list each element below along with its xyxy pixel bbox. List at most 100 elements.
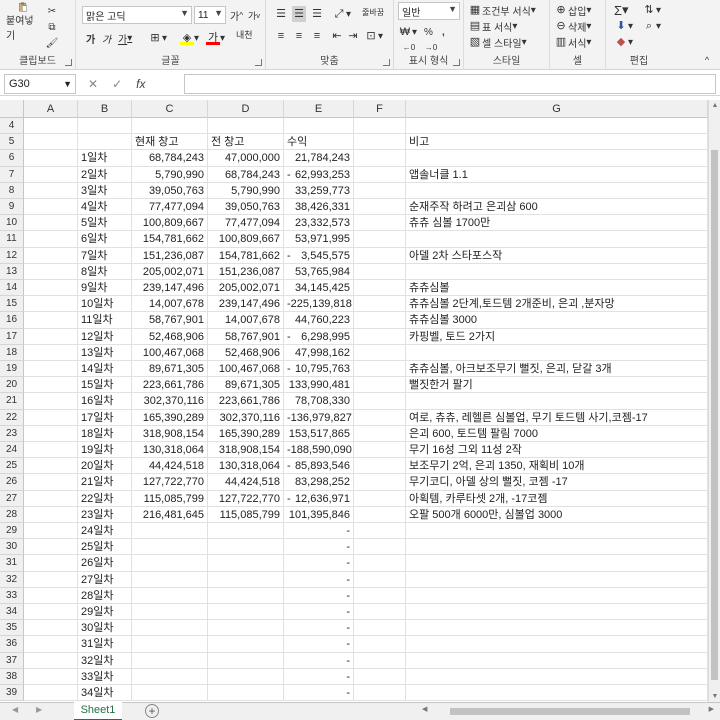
- row-header[interactable]: 11: [0, 231, 24, 248]
- row-header[interactable]: 22: [0, 409, 24, 426]
- paste-button[interactable]: 붙여넣기: [6, 2, 40, 42]
- cell-e[interactable]: 53,765,984: [284, 263, 354, 280]
- worksheet-grid[interactable]: A B C D E F G 4 5 현재 창고 전 창고 수익 비고 6 1일차 68,784,…: [0, 100, 708, 702]
- cell-c[interactable]: 100,467,068: [132, 344, 208, 361]
- comma-button[interactable]: ,: [442, 24, 445, 40]
- cell-d[interactable]: 39,050,763: [208, 199, 284, 216]
- cell-e[interactable]: 21,784,243: [284, 150, 354, 167]
- cell-c[interactable]: 165,390,289: [132, 409, 208, 426]
- cell-c[interactable]: [132, 685, 208, 702]
- cell-g[interactable]: [406, 652, 708, 669]
- align-middle-button[interactable]: ☰: [292, 6, 306, 22]
- horizontal-scroll-thumb[interactable]: [450, 708, 690, 715]
- cell-b[interactable]: 6일차: [78, 231, 132, 248]
- cell-g[interactable]: 순재주작 하려고 은괴삼 600: [406, 199, 708, 216]
- cell-f[interactable]: [354, 118, 406, 135]
- cell-a[interactable]: [24, 344, 78, 361]
- cell-b[interactable]: 22일차: [78, 490, 132, 507]
- format-painter-icon[interactable]: 🖌: [44, 36, 60, 50]
- cell-e[interactable]: -188,590,090: [284, 442, 354, 459]
- cell-f[interactable]: [354, 312, 406, 329]
- row-header[interactable]: 32: [0, 571, 24, 588]
- cell-b[interactable]: 4일차: [78, 199, 132, 216]
- cell-f[interactable]: [354, 442, 406, 459]
- font-launcher-icon[interactable]: [255, 59, 262, 66]
- cell-d[interactable]: 165,390,289: [208, 425, 284, 442]
- row-header[interactable]: 16: [0, 312, 24, 329]
- cell-b[interactable]: 33일차: [78, 668, 132, 685]
- increase-indent-button[interactable]: ⇥: [346, 28, 360, 44]
- cell-b[interactable]: 8일차: [78, 263, 132, 280]
- cell-d[interactable]: 127,722,770: [208, 490, 284, 507]
- cell-g[interactable]: 아델 2차 스타포스작: [406, 247, 708, 264]
- cell-c[interactable]: 68,784,243: [132, 150, 208, 167]
- cell-b[interactable]: 29일차: [78, 604, 132, 621]
- cell-c[interactable]: 239,147,496: [132, 280, 208, 297]
- cell-e[interactable]: 수익: [284, 134, 354, 151]
- cell-g[interactable]: 아획템, 카루타셋 2개, -17코젬: [406, 490, 708, 507]
- cell-f[interactable]: [354, 182, 406, 199]
- cell-e[interactable]: -: [284, 555, 354, 572]
- cell-d[interactable]: 318,908,154: [208, 442, 284, 459]
- cell-a[interactable]: [24, 620, 78, 637]
- cell-e[interactable]: -12,636,971: [284, 490, 354, 507]
- alignment-launcher-icon[interactable]: [383, 59, 390, 66]
- cell-f[interactable]: [354, 620, 406, 637]
- vertical-scroll-thumb[interactable]: [711, 150, 718, 680]
- row-header[interactable]: 29: [0, 523, 24, 540]
- cell-a[interactable]: [24, 377, 78, 394]
- conditional-format-button[interactable]: ▦ 조건부 서식 ▾: [468, 2, 536, 18]
- align-right-button[interactable]: ≡: [310, 28, 324, 44]
- cell-b[interactable]: 31일차: [78, 636, 132, 653]
- cell-b[interactable]: 26일차: [78, 555, 132, 572]
- fill-color-button[interactable]: ◈ ▾: [180, 30, 199, 46]
- cell-f[interactable]: [354, 458, 406, 475]
- cell-a[interactable]: [24, 636, 78, 653]
- cell-c[interactable]: [132, 636, 208, 653]
- font-size-combo[interactable]: 11 ▼: [194, 6, 226, 24]
- bold-button[interactable]: 가: [86, 30, 95, 46]
- cell-c[interactable]: 100,809,667: [132, 215, 208, 232]
- cell-e[interactable]: 53,971,995: [284, 231, 354, 248]
- autosum-button[interactable]: Σ ▾: [614, 2, 629, 18]
- cell-f[interactable]: [354, 523, 406, 540]
- cell-e[interactable]: -: [284, 571, 354, 588]
- sheet-tab-sheet1[interactable]: Sheet1: [74, 702, 122, 720]
- cell-g[interactable]: [406, 555, 708, 572]
- cell-g[interactable]: 비고: [406, 134, 708, 151]
- row-header[interactable]: 12: [0, 247, 24, 264]
- cell-g[interactable]: 카핑벨, 토드 2가지: [406, 328, 708, 345]
- cell-e[interactable]: -: [284, 523, 354, 540]
- cell-e[interactable]: 33,259,773: [284, 182, 354, 199]
- horizontal-scrollbar[interactable]: ◀ ▶: [420, 706, 716, 717]
- align-top-button[interactable]: ☰: [274, 6, 288, 22]
- cell-a[interactable]: [24, 539, 78, 556]
- cell-g[interactable]: [406, 231, 708, 248]
- cut-icon[interactable]: ✂: [44, 4, 60, 18]
- cell-b[interactable]: 16일차: [78, 393, 132, 410]
- cell-g[interactable]: [406, 620, 708, 637]
- cell-a[interactable]: [24, 118, 78, 135]
- cell-b[interactable]: 18일차: [78, 425, 132, 442]
- cell-d[interactable]: [208, 587, 284, 604]
- copy-icon[interactable]: ⧉: [44, 20, 60, 34]
- row-header[interactable]: 28: [0, 506, 24, 523]
- cell-d[interactable]: [208, 668, 284, 685]
- cell-d[interactable]: [208, 636, 284, 653]
- shrink-font-button[interactable]: 가v: [248, 7, 260, 23]
- cell-c[interactable]: 151,236,087: [132, 247, 208, 264]
- row-header[interactable]: 4: [0, 118, 24, 135]
- cell-e[interactable]: 101,395,846: [284, 506, 354, 523]
- cell-g[interactable]: [406, 150, 708, 167]
- cell-f[interactable]: [354, 490, 406, 507]
- cell-a[interactable]: [24, 587, 78, 604]
- cell-e[interactable]: 153,517,865: [284, 425, 354, 442]
- cell-g[interactable]: [406, 539, 708, 556]
- percent-button[interactable]: %: [424, 24, 433, 40]
- cell-a[interactable]: [24, 668, 78, 685]
- row-header[interactable]: 34: [0, 604, 24, 621]
- cell-a[interactable]: [24, 685, 78, 702]
- cell-e[interactable]: -10,795,763: [284, 361, 354, 378]
- cell-f[interactable]: [354, 215, 406, 232]
- cell-a[interactable]: [24, 312, 78, 329]
